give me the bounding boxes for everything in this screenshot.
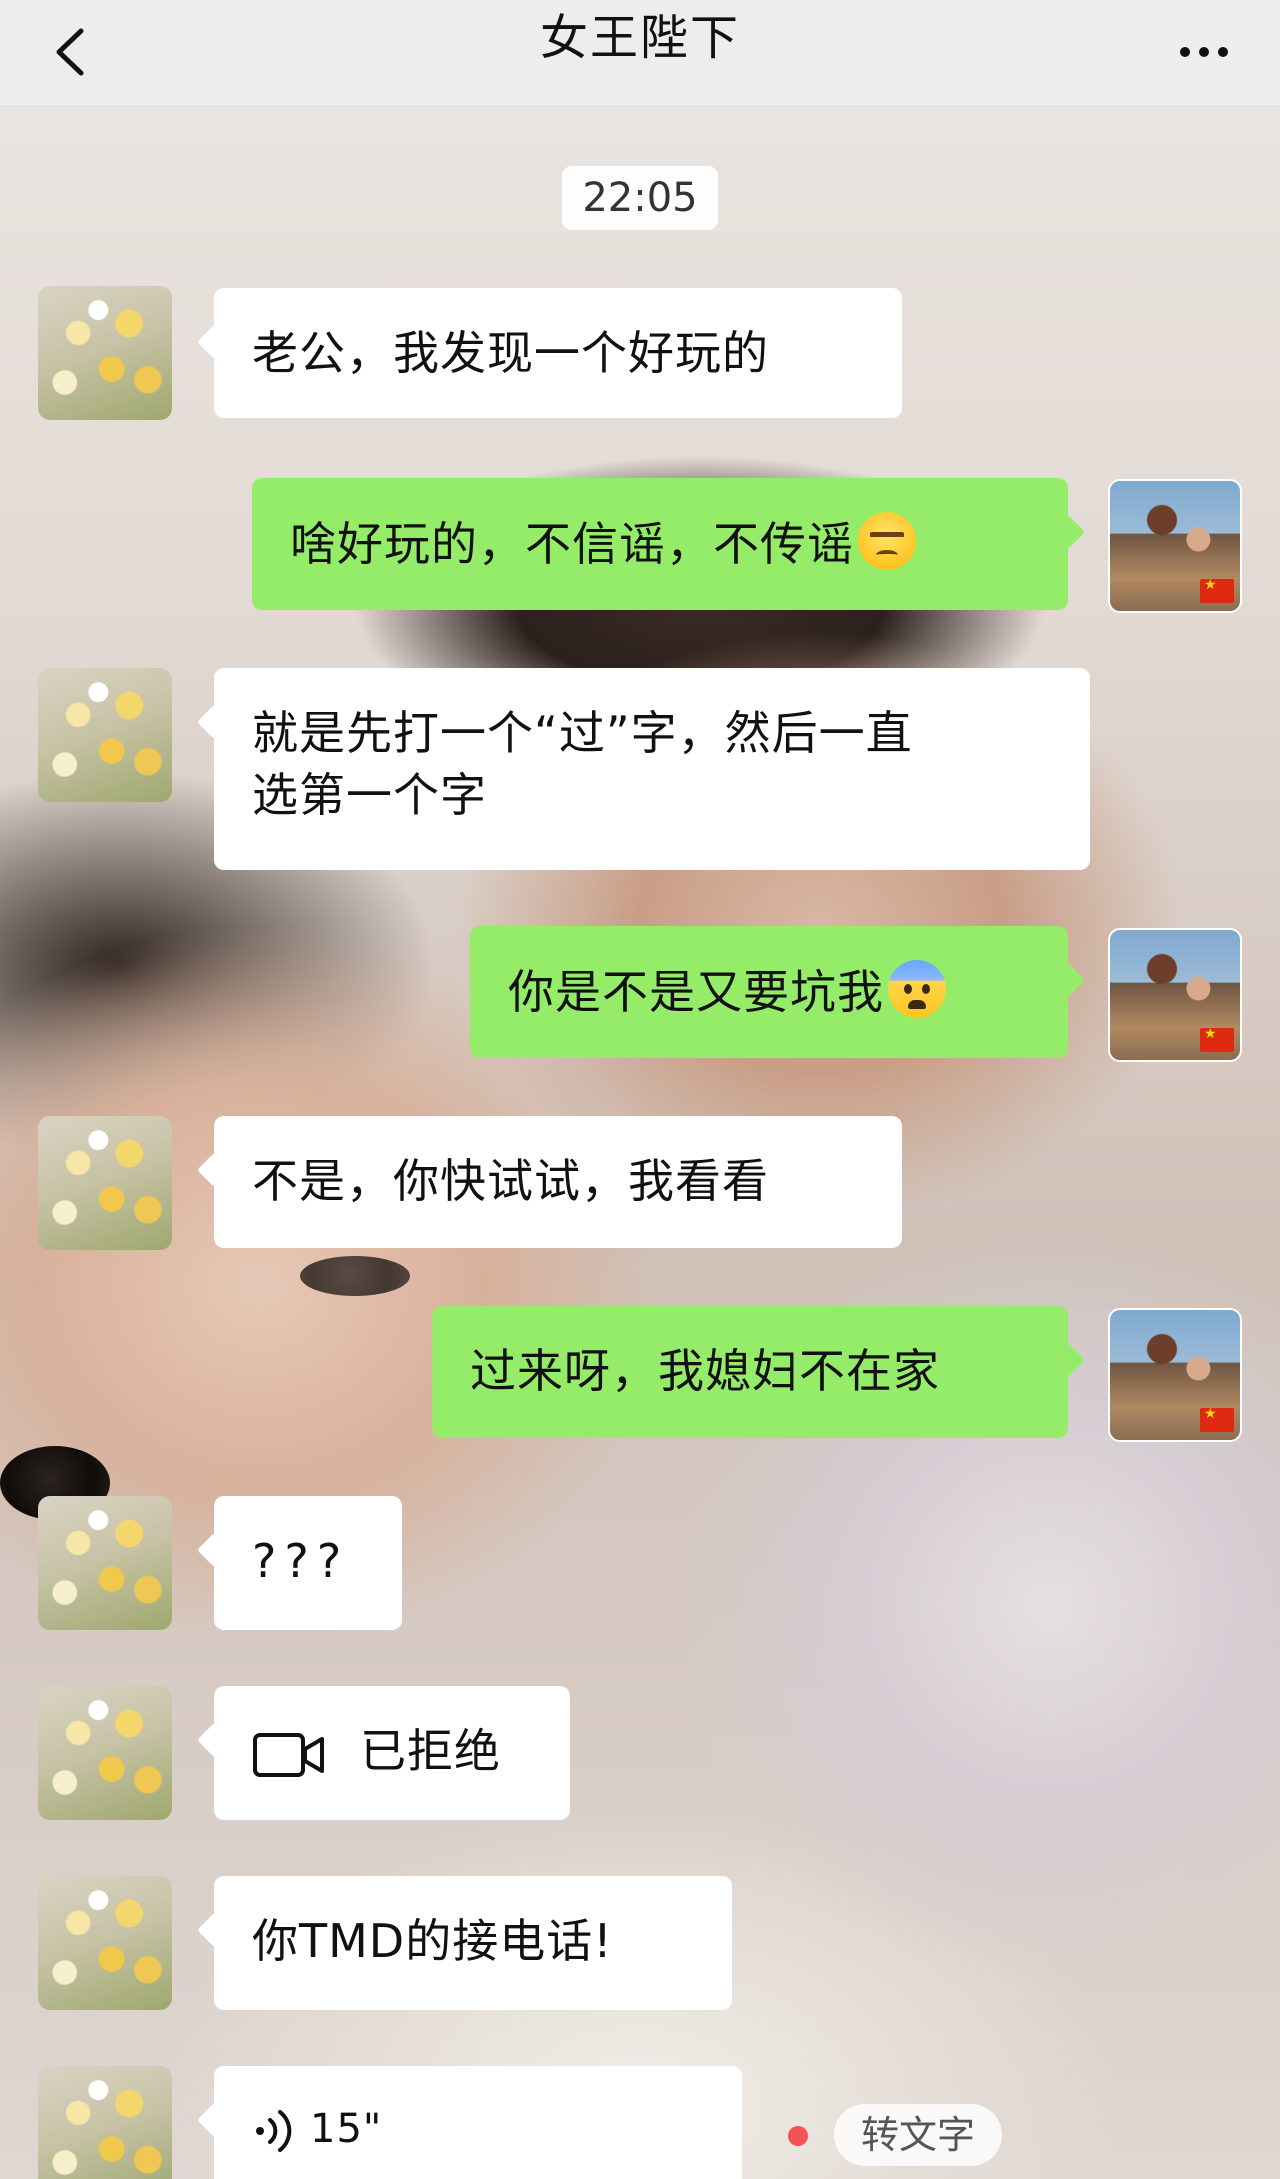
incoming-message-bubble[interactable]: 你TMD的接电话! (214, 1876, 732, 2010)
convert-to-text-button[interactable]: 转文字 (834, 2104, 1002, 2166)
background-eye-shape (300, 1256, 410, 1296)
contact-avatar[interactable] (38, 2066, 172, 2179)
contact-avatar[interactable] (38, 286, 172, 420)
incoming-message-bubble[interactable]: 老公，我发现一个好玩的 (214, 288, 902, 418)
contact-avatar[interactable] (38, 1686, 172, 1820)
voice-duration: 15" (310, 2106, 383, 2152)
outgoing-message-bubble[interactable]: 你是不是又要坑我 (470, 926, 1068, 1058)
incoming-message-bubble[interactable]: 不是，你快试试，我看看 (214, 1116, 902, 1248)
message-text: 啥好玩的，不信谣，不传谣 (290, 517, 854, 571)
message-text: 老公，我发现一个好玩的 (252, 326, 769, 380)
incoming-message-bubble[interactable]: ??? (214, 1496, 402, 1630)
video-call-record-bubble[interactable]: 已拒绝 (214, 1686, 570, 1820)
contact-avatar[interactable] (38, 1876, 172, 2010)
incoming-message-bubble[interactable]: 就是先打一个“过”字，然后一直 选第一个字 (214, 668, 1090, 870)
message-text: 过来呀，我媳妇不在家 (470, 1344, 940, 1398)
video-camera-icon (253, 1732, 324, 1777)
more-icon (1180, 47, 1190, 57)
voice-message-bubble[interactable]: 15" (214, 2066, 742, 2179)
china-flag-icon (1200, 577, 1234, 603)
message-text-line: 就是先打一个“过”字，然后一直 (252, 706, 913, 760)
message-text-line: 选第一个字 (252, 768, 487, 822)
contact-avatar[interactable] (38, 1496, 172, 1630)
more-icon (1218, 47, 1228, 57)
my-avatar[interactable] (1108, 1308, 1242, 1442)
chat-title: 女王陛下 (539, 10, 740, 66)
unread-voice-dot (788, 2126, 808, 2146)
message-text: 不是，你快试试，我看看 (252, 1154, 769, 1208)
more-icon (1199, 47, 1209, 57)
china-flag-icon (1200, 1026, 1234, 1052)
outgoing-message-bubble[interactable]: 过来呀，我媳妇不在家 (432, 1306, 1068, 1438)
unamused-face-emoji-icon (858, 512, 916, 570)
chat-header: 女王陛下 (0, 0, 1280, 107)
message-text: 你是不是又要坑我 (508, 965, 884, 1019)
voice-wave-icon (256, 2110, 292, 2152)
china-flag-icon (1200, 1406, 1234, 1432)
anxious-face-with-sweat-emoji-icon (888, 960, 946, 1018)
message-text: 你TMD的接电话! (252, 1914, 613, 1968)
message-text: ??? (252, 1534, 350, 1588)
contact-avatar[interactable] (38, 1116, 172, 1250)
my-avatar[interactable] (1108, 928, 1242, 1062)
message-timestamp: 22:05 (562, 166, 718, 230)
outgoing-message-bubble[interactable]: 啥好玩的，不信谣，不传谣 (252, 478, 1068, 610)
my-avatar[interactable] (1108, 479, 1242, 613)
contact-avatar[interactable] (38, 668, 172, 802)
more-button[interactable] (1164, 22, 1244, 82)
call-status-text: 已拒绝 (360, 1724, 501, 1778)
